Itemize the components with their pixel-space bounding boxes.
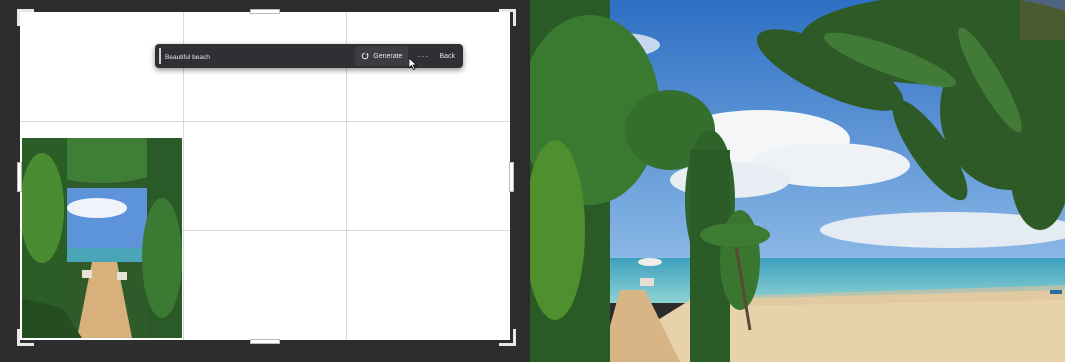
- generate-button[interactable]: Generate: [355, 46, 409, 66]
- mouse-cursor-icon: [409, 58, 417, 70]
- crop-corner-bottom-left[interactable]: [17, 329, 34, 346]
- crop-corner-top-left[interactable]: [17, 9, 34, 26]
- grid-line: [20, 121, 510, 122]
- generated-result-photo: [530, 0, 1065, 362]
- crop-corner-top-right[interactable]: [499, 9, 516, 26]
- generate-icon: [361, 52, 369, 60]
- crop-handle-left[interactable]: [17, 162, 22, 192]
- crop-corner-bottom-right[interactable]: [499, 329, 516, 346]
- crop-handle-top[interactable]: [250, 9, 280, 14]
- back-button[interactable]: Back: [435, 53, 463, 60]
- crop-handle-bottom[interactable]: [250, 339, 280, 344]
- original-photo: [22, 138, 182, 338]
- generate-label: Generate: [373, 52, 403, 60]
- prompt-input[interactable]: [161, 44, 356, 68]
- editor-panel: Generate ··· Back: [0, 0, 526, 362]
- crop-handle-right[interactable]: [509, 162, 514, 192]
